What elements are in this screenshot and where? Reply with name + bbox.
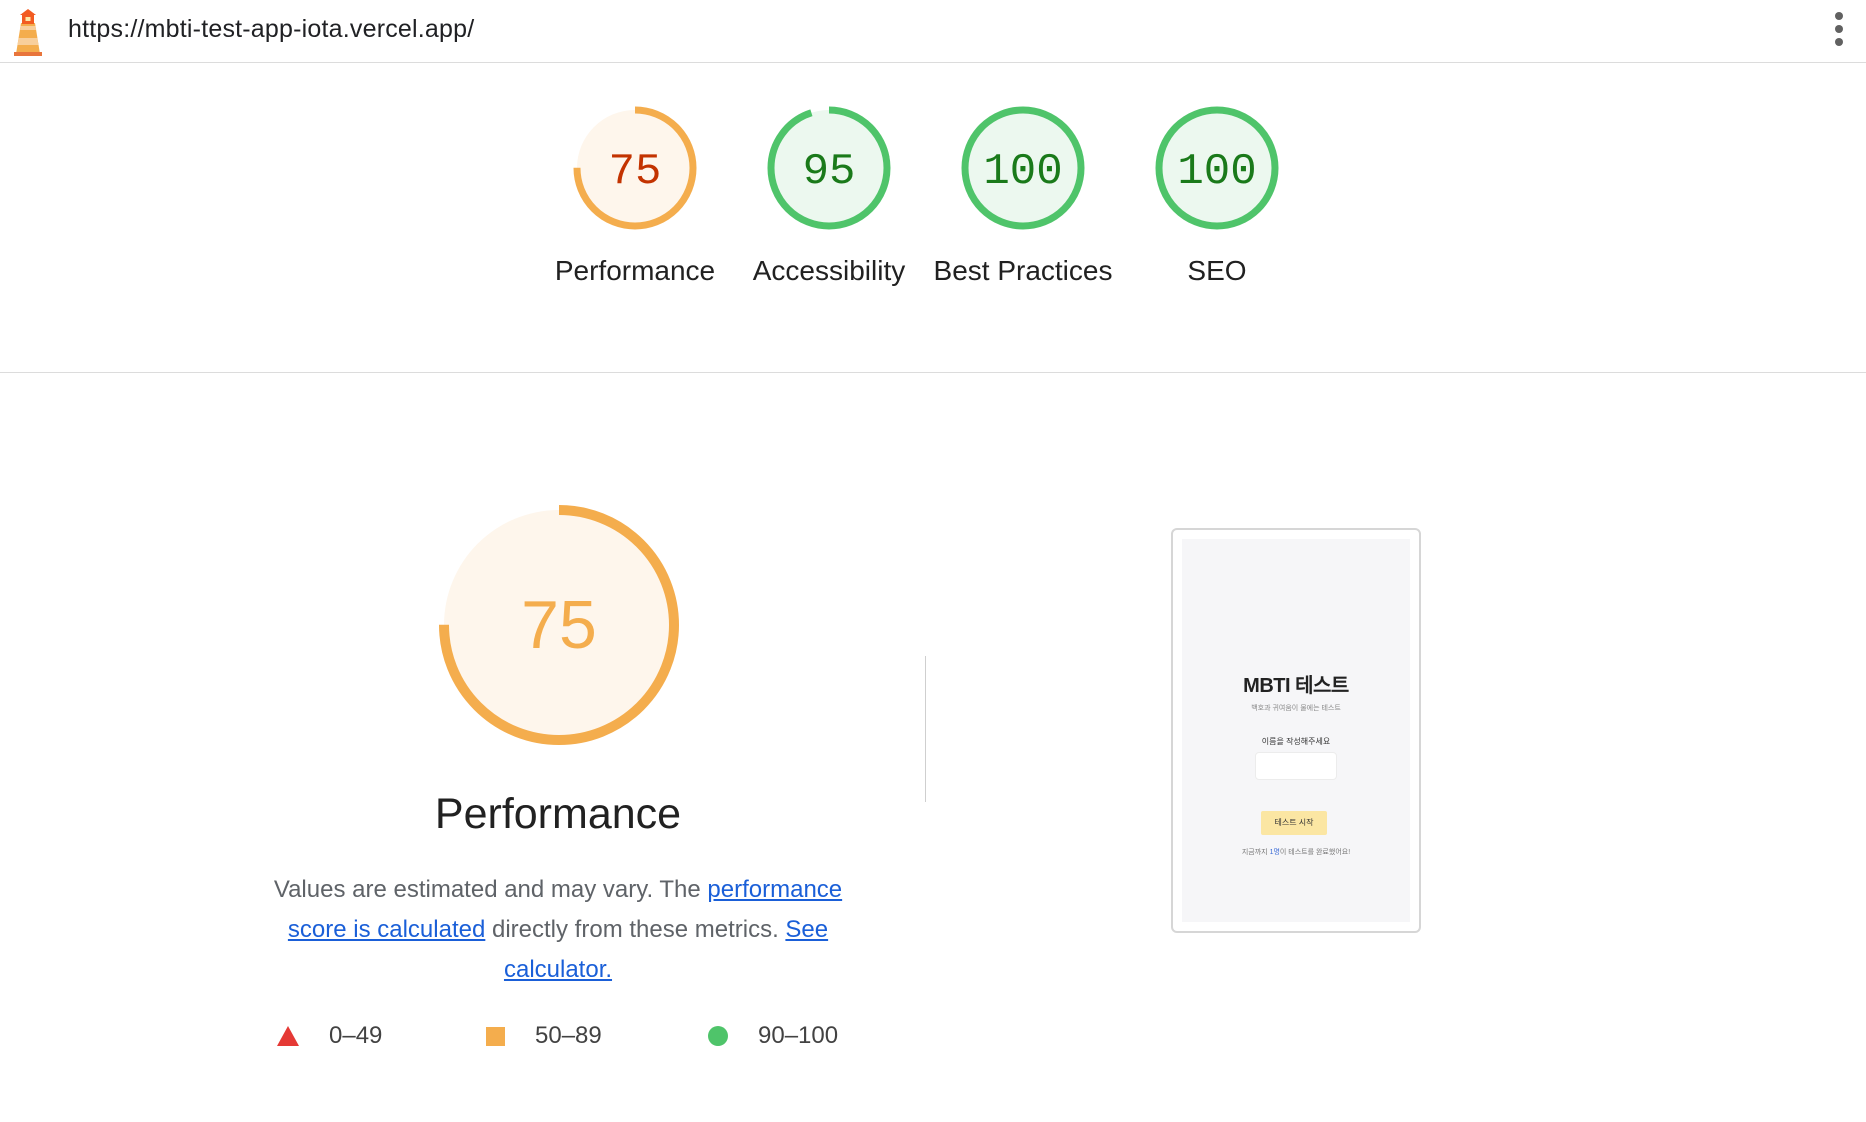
description-text: directly from these metrics. [485, 916, 786, 943]
triangle-icon [277, 1026, 299, 1046]
performance-gauge: 75 [439, 505, 679, 745]
gauge-score: 95 [803, 147, 856, 197]
category-gauges: 75 Performance 95 Accessibility 100 Best… [0, 63, 1866, 373]
gauge-seo[interactable]: 100 SEO [1127, 103, 1307, 291]
legend-range: 90–100 [758, 1022, 839, 1049]
gauge-label: Performance [554, 255, 716, 286]
performance-title: Performance [434, 790, 682, 838]
gauge-ring: 95 [767, 106, 891, 230]
screenshot-name-input [1255, 752, 1337, 780]
screenshot-content: MBTI 테스트 백호과 귀여움이 물에는 테스트 이름을 작성해주세요 테스트… [1182, 539, 1410, 922]
screenshot-title: MBTI 테스트 [1243, 675, 1349, 697]
gauge-performance[interactable]: 75 Performance [545, 103, 725, 291]
lighthouse-icon [14, 9, 42, 56]
gauge-ring: 100 [1155, 106, 1279, 230]
footer-text: 지금까지 [1241, 849, 1270, 856]
legend-average: 50–89 [486, 1022, 602, 1050]
final-screenshot[interactable]: MBTI 테스트 백호과 귀여움이 물에는 테스트 이름을 작성해주세요 테스트… [1171, 528, 1421, 933]
screenshot-input-label: 이름을 작성해주세요 [1261, 737, 1331, 746]
gauge-label: Best Practices [933, 255, 1113, 286]
gauge-accessibility[interactable]: 95 Accessibility [739, 103, 919, 291]
gauge-score: 100 [983, 147, 1062, 197]
topbar: https://mbti-test-app-iota.vercel.app/ [0, 0, 1866, 63]
description-text: Values are estimated and may vary. The [273, 876, 708, 903]
page-url: https://mbti-test-app-iota.vercel.app/ [68, 15, 475, 43]
gauge-score: 100 [1177, 147, 1256, 197]
performance-score: 75 [521, 587, 597, 663]
screenshot-footer: 지금까지 1명이 테스트를 완료했어요! [1182, 847, 1410, 857]
square-icon [486, 1026, 505, 1046]
gauge-ring: 100 [961, 106, 1085, 230]
circle-icon [708, 1026, 728, 1046]
footer-count: 1명 [1269, 849, 1280, 856]
gauge-score: 75 [609, 147, 662, 197]
section-divider [925, 656, 926, 802]
screenshot-subtitle: 백호과 귀여움이 물에는 테스트 [1251, 705, 1341, 712]
legend-pass: 90–100 [708, 1022, 838, 1050]
performance-description: Values are estimated and may vary. The p… [248, 870, 868, 990]
legend-fail: 0–49 [277, 1022, 382, 1050]
gauge-best-practices[interactable]: 100 Best Practices [933, 103, 1113, 291]
legend-range: 0–49 [329, 1022, 383, 1049]
legend-range: 50–89 [535, 1022, 602, 1049]
gauge-label: Accessibility [752, 255, 906, 286]
footer-text: 이 테스트를 완료했어요! [1279, 849, 1351, 856]
more-vertical-icon[interactable] [1832, 12, 1846, 52]
screenshot-start-button: 테스트 시작 [1261, 811, 1327, 835]
gauge-label: SEO [1187, 255, 1247, 286]
gauge-ring: 75 [573, 106, 697, 230]
